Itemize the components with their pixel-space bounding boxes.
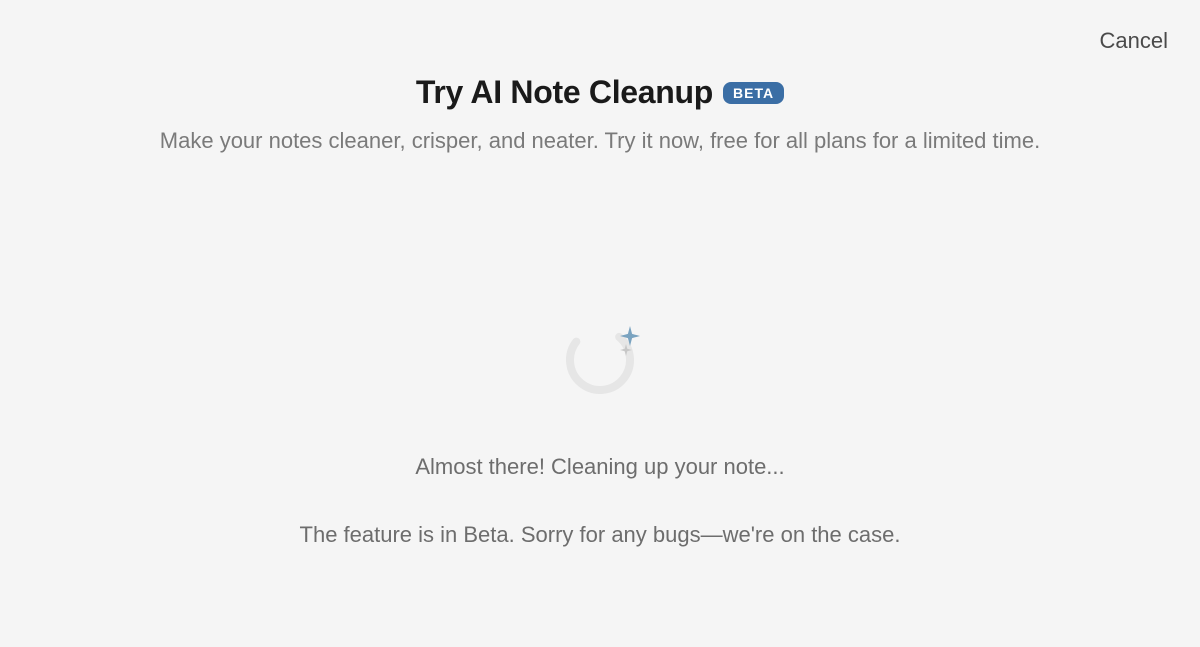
spinner-icon xyxy=(564,324,636,396)
sparkle-small-icon xyxy=(620,344,632,356)
loading-indicator xyxy=(0,324,1200,396)
title-row: Try AI Note Cleanup BETA xyxy=(0,74,1200,111)
cancel-button[interactable]: Cancel xyxy=(1100,28,1168,54)
beta-disclaimer-text: The feature is in Beta. Sorry for any bu… xyxy=(0,522,1200,548)
dialog-header: Try AI Note Cleanup BETA Make your notes… xyxy=(0,0,1200,157)
sparkle-large-icon xyxy=(620,326,640,346)
beta-badge: BETA xyxy=(723,82,784,104)
dialog-subtitle: Make your notes cleaner, crisper, and ne… xyxy=(120,125,1080,157)
dialog-title: Try AI Note Cleanup xyxy=(416,74,713,111)
loading-status-text: Almost there! Cleaning up your note... xyxy=(0,454,1200,480)
